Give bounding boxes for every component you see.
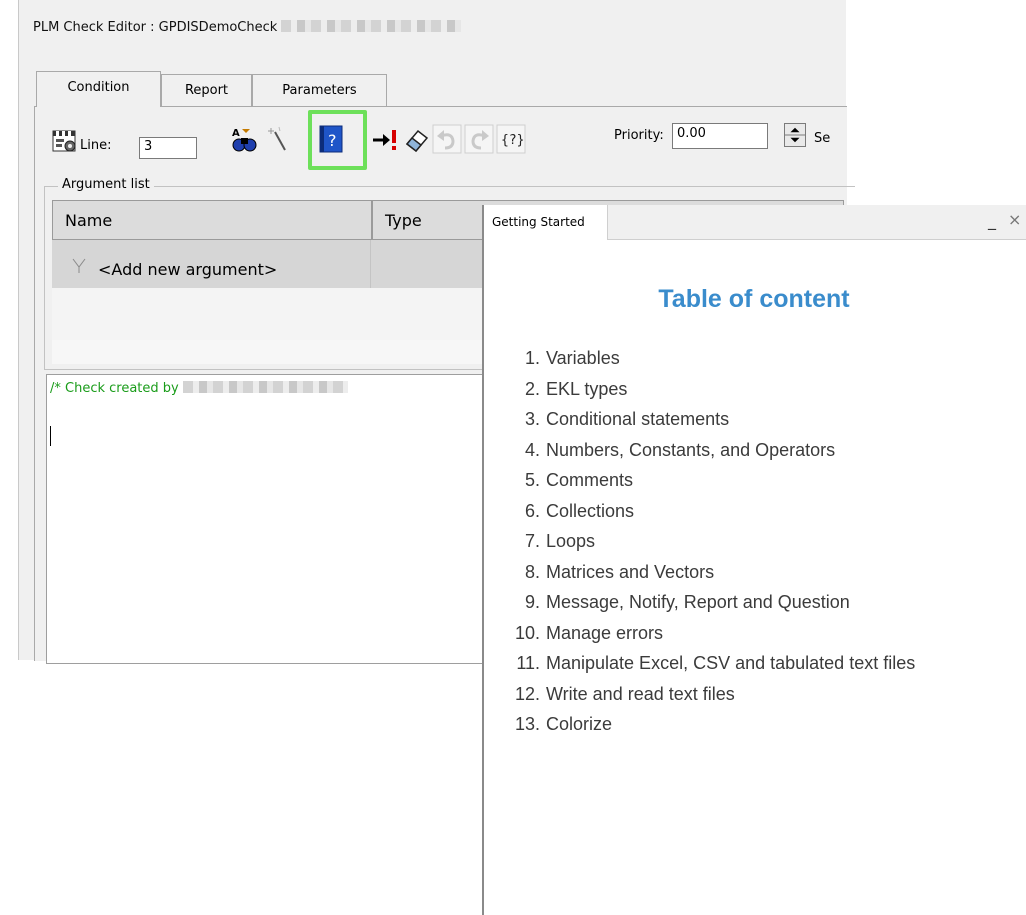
svg-text:{?}: {?} [501,133,524,148]
toc-item-label[interactable]: EKL types [546,379,627,399]
toc-item-label[interactable]: Manipulate Excel, CSV and tabulated text… [546,653,915,673]
line-number-field[interactable]: 3 [139,137,197,159]
toc-item-label[interactable]: Loops [546,531,595,551]
tab-condition[interactable]: Condition [36,71,161,107]
column-divider [370,240,371,288]
panel-header: Getting Started _ × [484,205,1026,240]
toc-item[interactable]: 9. Message, Notify, Report and Question [502,587,915,618]
toc-item-label[interactable]: Matrices and Vectors [546,562,714,582]
clapperboard-icon[interactable] [52,128,78,154]
filter-icon [72,258,86,273]
toc-item[interactable]: 8. Matrices and Vectors [502,557,915,588]
toc-item[interactable]: 3. Conditional statements [502,404,915,435]
redacted-text [182,381,348,393]
toc-item[interactable]: 1. Variables [502,343,915,374]
code-comment-line: /* Check created by [50,381,348,396]
toc-item[interactable]: 11. Manipulate Excel, CSV and tabulated t… [502,648,915,679]
close-icon[interactable]: × [1008,210,1021,229]
tab-report[interactable]: Report [161,74,252,106]
toc-item-number: 5. [524,470,540,490]
magic-wand-icon[interactable] [263,124,293,154]
tab-parameters[interactable]: Parameters [252,74,387,106]
tab-getting-started[interactable]: Getting Started [484,205,608,240]
redo-icon[interactable] [464,124,494,154]
brackets-icon[interactable]: {?} [496,124,526,154]
toc-item[interactable]: 12. Write and read text files [502,679,915,710]
minimize-icon[interactable]: _ [988,211,996,230]
toc-item-number: 3. [524,409,540,429]
toc-item-number: 12. [514,683,540,704]
toc-item-label[interactable]: Conditional statements [546,409,729,429]
add-new-argument-label[interactable]: <Add new argument> [98,260,277,279]
undo-icon[interactable] [432,124,462,154]
argument-list-legend: Argument list [58,177,154,192]
toc-item-label[interactable]: Manage errors [546,623,663,643]
toc-item[interactable]: 6. Collections [502,496,915,527]
toc-item-number: 4. [524,439,540,460]
toc-item-number: 2. [524,378,540,399]
toc-item-label[interactable]: Collections [546,501,634,521]
toc-item[interactable]: 4. Numbers, Constants, and Operators [502,435,915,466]
toc-item[interactable]: 7. Loops [502,526,915,557]
toc-heading: Table of content [658,285,850,313]
find-binoculars-icon[interactable]: A [229,124,259,154]
highlight-box [308,110,367,170]
svg-text:A: A [232,128,240,139]
window-border [18,0,19,660]
toc-item-number: 11. [516,653,540,673]
toc-item-label[interactable]: Colorize [546,714,612,734]
column-header-name[interactable]: Name [52,200,372,240]
toc-item-label[interactable]: Message, Notify, Report and Question [546,592,850,612]
toc-list: 1. Variables 2. EKL types 3. Conditional stat… [502,343,915,740]
toc-item-number: 7. [524,531,540,551]
text-caret [50,426,51,446]
priority-spinner[interactable] [784,123,806,147]
toc-item-label[interactable]: Comments [546,470,633,490]
toc-item-label[interactable]: Write and read text files [546,684,735,704]
redacted-text [281,20,462,32]
toc-item-number: 10. [514,622,540,643]
toc-item-number: 8. [524,561,540,582]
toc-item-label[interactable]: Numbers, Constants, and Operators [546,440,835,460]
toc-item[interactable]: 5. Comments [502,465,915,496]
toc-item-number: 13. [514,714,540,734]
line-label: Line: [80,138,112,153]
toc-item[interactable]: 10. Manage errors [502,618,915,649]
window-title: PLM Check Editor : GPDISDemoCheck [33,20,462,35]
getting-started-panel: Getting Started _ × Table of content 1. V… [482,205,1026,915]
toc-item-label[interactable]: Variables [546,348,620,368]
toc-item[interactable]: 13. Colorize [502,709,915,740]
toc-item-number: 1. [524,348,540,368]
run-check-icon[interactable] [371,124,401,154]
toc-item-number: 9. [524,592,540,612]
priority-field[interactable]: 0.00 [672,123,768,149]
priority-label: Priority: [614,128,664,143]
severity-label: Se [814,131,831,146]
toc-item-number: 6. [524,500,540,521]
eraser-icon[interactable] [402,124,432,154]
toc-item[interactable]: 2. EKL types [502,374,915,405]
